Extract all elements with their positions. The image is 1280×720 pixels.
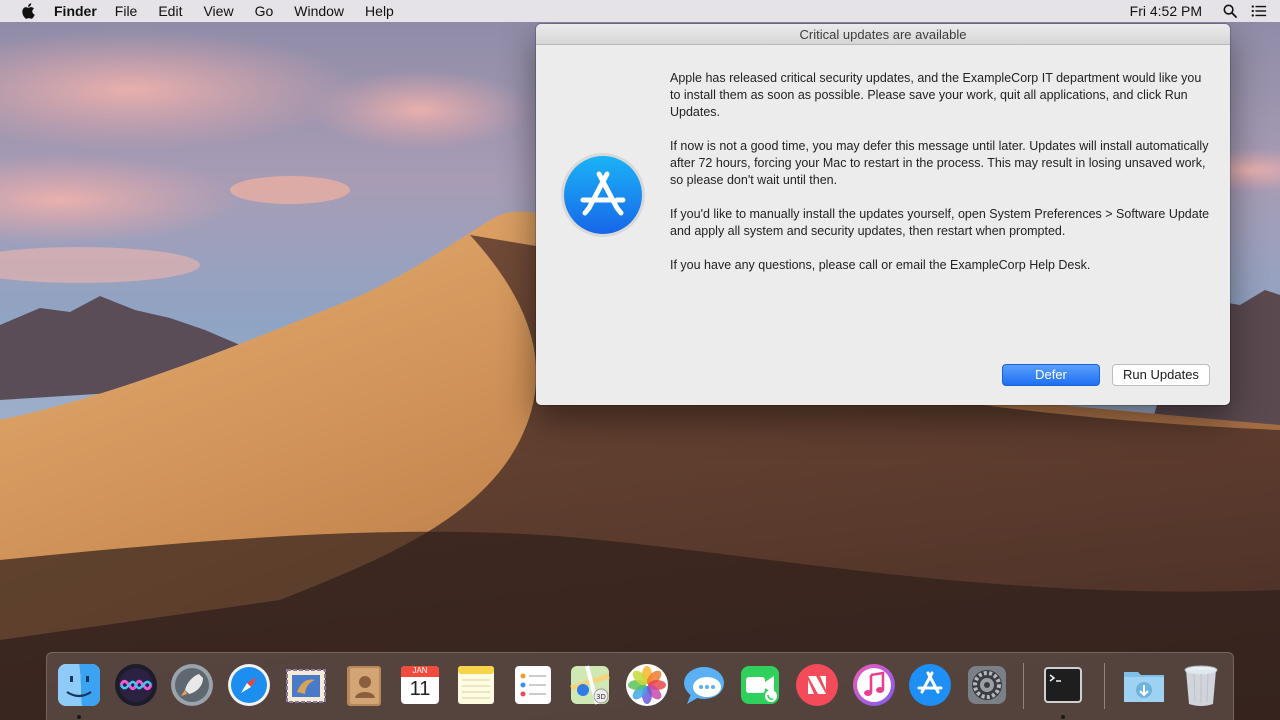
menu-help[interactable]: Help [365, 3, 394, 19]
maps-icon[interactable]: 3D [567, 662, 613, 708]
svg-text:3D: 3D [596, 693, 606, 701]
dialog-paragraph: If now is not a good time, you may defer… [670, 139, 1209, 187]
menubar-clock[interactable]: Fri 4:52 PM [1130, 3, 1202, 19]
running-indicator [77, 715, 81, 719]
itunes-icon[interactable] [851, 662, 897, 708]
dock-separator [1023, 663, 1024, 709]
safari-icon[interactable] [226, 662, 272, 708]
finder-icon[interactable] [56, 662, 102, 708]
trash-icon[interactable] [1178, 662, 1224, 708]
menu-edit[interactable]: Edit [158, 3, 182, 19]
terminal-icon[interactable] [1040, 662, 1086, 708]
calendar-month: JAN [412, 666, 428, 675]
run-updates-button[interactable]: Run Updates [1112, 364, 1210, 386]
menu-app-name[interactable]: Finder [54, 3, 97, 19]
reminders-icon[interactable] [510, 662, 556, 708]
spotlight-search-icon[interactable] [1222, 3, 1238, 19]
photos-icon[interactable] [624, 662, 670, 708]
menu-bar: Finder File Edit View Go Window Help Fri… [0, 0, 1280, 22]
notification-center-icon[interactable] [1251, 3, 1267, 19]
siri-icon[interactable] [113, 662, 159, 708]
critical-updates-dialog: Critical updates are available Apple has [536, 24, 1230, 405]
mail-icon[interactable] [283, 662, 329, 708]
menu-go[interactable]: Go [255, 3, 274, 19]
downloads-folder-icon[interactable] [1121, 662, 1167, 708]
notes-icon[interactable] [453, 662, 499, 708]
dialog-paragraph: If you have any questions, please call o… [670, 258, 1091, 272]
facetime-icon[interactable] [737, 662, 783, 708]
calendar-day: 11 [409, 678, 431, 700]
running-indicator [1061, 715, 1065, 719]
dock-separator [1104, 663, 1105, 709]
launchpad-icon[interactable] [169, 662, 215, 708]
system-preferences-icon[interactable] [964, 662, 1010, 708]
dialog-paragraph: If you'd like to manually install the up… [670, 207, 1210, 238]
news-icon[interactable] [794, 662, 840, 708]
dock: JAN 11 3D [46, 652, 1234, 720]
menu-view[interactable]: View [203, 3, 233, 19]
menu-file[interactable]: File [115, 3, 138, 19]
defer-button[interactable]: Defer [1002, 364, 1100, 386]
menu-window[interactable]: Window [294, 3, 344, 19]
contacts-icon[interactable] [340, 662, 386, 708]
app-store-dock-icon[interactable] [907, 662, 953, 708]
app-store-icon [560, 152, 646, 238]
dialog-message: Apple has released critical security upd… [670, 70, 1214, 291]
dialog-paragraph: Apple has released critical security upd… [670, 71, 1202, 119]
apple-menu-icon[interactable] [18, 0, 38, 22]
messages-icon[interactable] [681, 662, 727, 708]
dialog-title: Critical updates are available [536, 24, 1230, 45]
calendar-icon[interactable]: JAN 11 [397, 662, 443, 708]
